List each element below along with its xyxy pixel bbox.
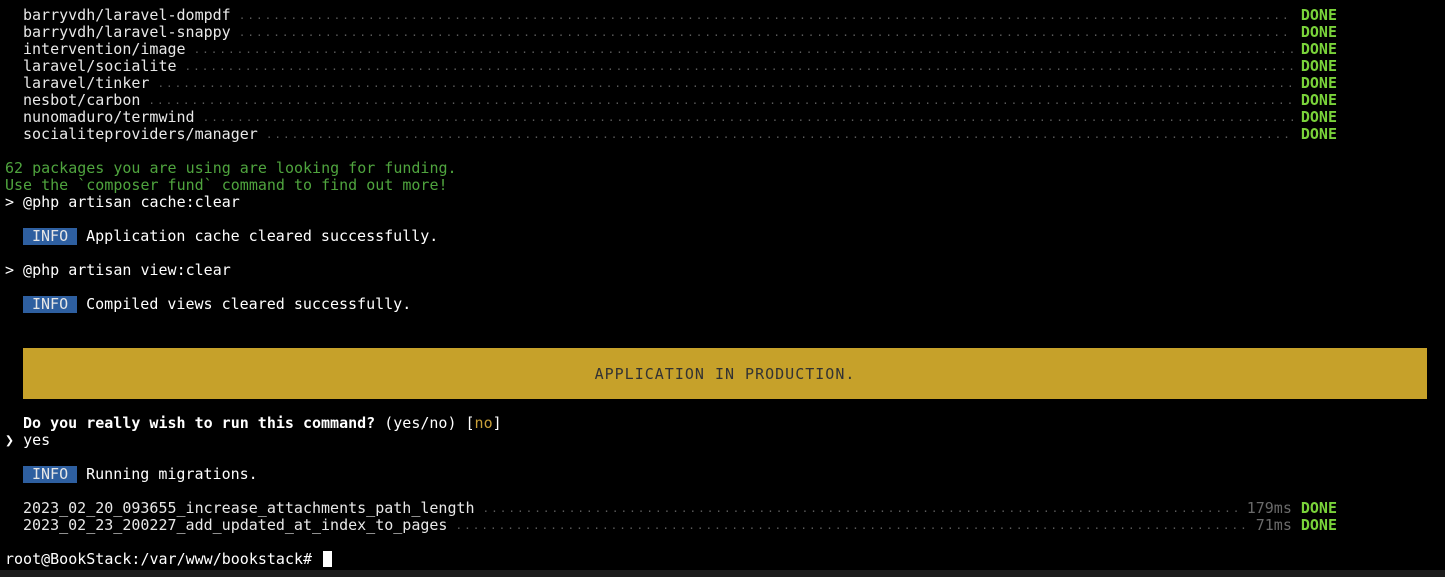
- shell-prompt-line[interactable]: root@BookStack:/var/www/bookstack#: [5, 550, 333, 568]
- dot-leader: ........................................…: [157, 77, 1293, 90]
- done-status: DONE: [1300, 499, 1337, 517]
- production-warning-banner: APPLICATION IN PRODUCTION.: [23, 348, 1427, 399]
- migration-duration: 71ms: [1255, 516, 1292, 534]
- dot-leader: ........................................…: [238, 26, 1293, 39]
- command-cache-clear: > @php artisan cache:clear: [5, 193, 240, 211]
- question-close: ]: [492, 414, 502, 432]
- default-answer: no: [474, 414, 493, 432]
- package-row: laravel/socialite ......................…: [23, 58, 1337, 75]
- dot-leader: ........................................…: [202, 111, 1293, 124]
- done-status: DONE: [1300, 516, 1337, 534]
- package-name: nesbot/carbon: [23, 91, 141, 109]
- migration-row: 2023_02_20_093655_increase_attachments_p…: [23, 500, 1337, 517]
- question-options: (yes/no) [: [384, 414, 475, 432]
- dot-leader: ........................................…: [455, 519, 1248, 532]
- info-badge: INFO: [23, 228, 78, 245]
- package-name: laravel/tinker: [23, 74, 150, 92]
- package-row: barryvdh/laravel-dompdf ................…: [23, 7, 1337, 24]
- terminal-window[interactable]: barryvdh/laravel-dompdf ................…: [0, 0, 1445, 577]
- question-text: Do you really wish to run this command?: [23, 414, 376, 432]
- banner-text: APPLICATION IN PRODUCTION.: [594, 364, 856, 383]
- package-name: intervention/image: [23, 40, 186, 58]
- package-name: barryvdh/laravel-snappy: [23, 23, 231, 41]
- migration-name: 2023_02_20_093655_increase_attachments_p…: [23, 499, 475, 517]
- package-row: nunomaduro/termwind ....................…: [23, 109, 1337, 126]
- command-view-clear: > @php artisan view:clear: [5, 261, 231, 279]
- dot-leader: ........................................…: [238, 9, 1293, 22]
- package-row: socialiteproviders/manager .............…: [23, 126, 1337, 143]
- dot-leader: ........................................…: [184, 60, 1293, 73]
- terminal-bottom-edge: [0, 570, 1445, 577]
- dot-leader: ........................................…: [193, 43, 1293, 56]
- package-row: laravel/tinker .........................…: [23, 75, 1337, 92]
- migration-name: 2023_02_23_200227_add_updated_at_index_t…: [23, 516, 448, 534]
- text-cursor: [323, 551, 333, 567]
- info-message: Running migrations.: [86, 465, 258, 483]
- migration-duration: 179ms: [1246, 499, 1292, 517]
- info-badge: INFO: [23, 296, 78, 313]
- done-status: DONE: [1300, 57, 1337, 75]
- funding-line-2: Use the `composer fund` command to find …: [5, 176, 448, 194]
- dot-leader: ........................................…: [482, 502, 1239, 515]
- done-status: DONE: [1300, 125, 1337, 143]
- package-name: nunomaduro/termwind: [23, 108, 195, 126]
- info-message: Compiled views cleared successfully.: [86, 295, 412, 313]
- funding-line-1: 62 packages you are using are looking fo…: [5, 159, 457, 177]
- info-badge: INFO: [23, 466, 78, 483]
- package-row: nesbot/carbon ..........................…: [23, 92, 1337, 109]
- done-status: DONE: [1300, 91, 1337, 109]
- shell-prompt: root@BookStack:/var/www/bookstack#: [5, 550, 313, 568]
- migration-row: 2023_02_23_200227_add_updated_at_index_t…: [23, 517, 1337, 534]
- info-cache-cleared: INFO Application cache cleared successfu…: [23, 228, 438, 245]
- confirm-answer[interactable]: ❯ yes: [5, 432, 50, 449]
- done-status: DONE: [1300, 108, 1337, 126]
- done-status: DONE: [1300, 23, 1337, 41]
- dot-leader: ........................................…: [265, 128, 1293, 141]
- package-row: intervention/image .....................…: [23, 41, 1337, 58]
- done-status: DONE: [1300, 6, 1337, 24]
- package-name: laravel/socialite: [23, 57, 177, 75]
- package-name: socialiteproviders/manager: [23, 125, 258, 143]
- confirm-question: Do you really wish to run this command? …: [23, 415, 502, 432]
- info-views-cleared: INFO Compiled views cleared successfully…: [23, 296, 411, 313]
- dot-leader: ........................................…: [148, 94, 1292, 107]
- info-running-migrations: INFO Running migrations.: [23, 466, 258, 483]
- done-status: DONE: [1300, 74, 1337, 92]
- package-row: barryvdh/laravel-snappy ................…: [23, 24, 1337, 41]
- done-status: DONE: [1300, 40, 1337, 58]
- answer-text: yes: [23, 431, 51, 449]
- package-name: barryvdh/laravel-dompdf: [23, 6, 231, 24]
- info-message: Application cache cleared successfully.: [86, 227, 439, 245]
- prompt-chevron-icon: ❯: [5, 431, 15, 449]
